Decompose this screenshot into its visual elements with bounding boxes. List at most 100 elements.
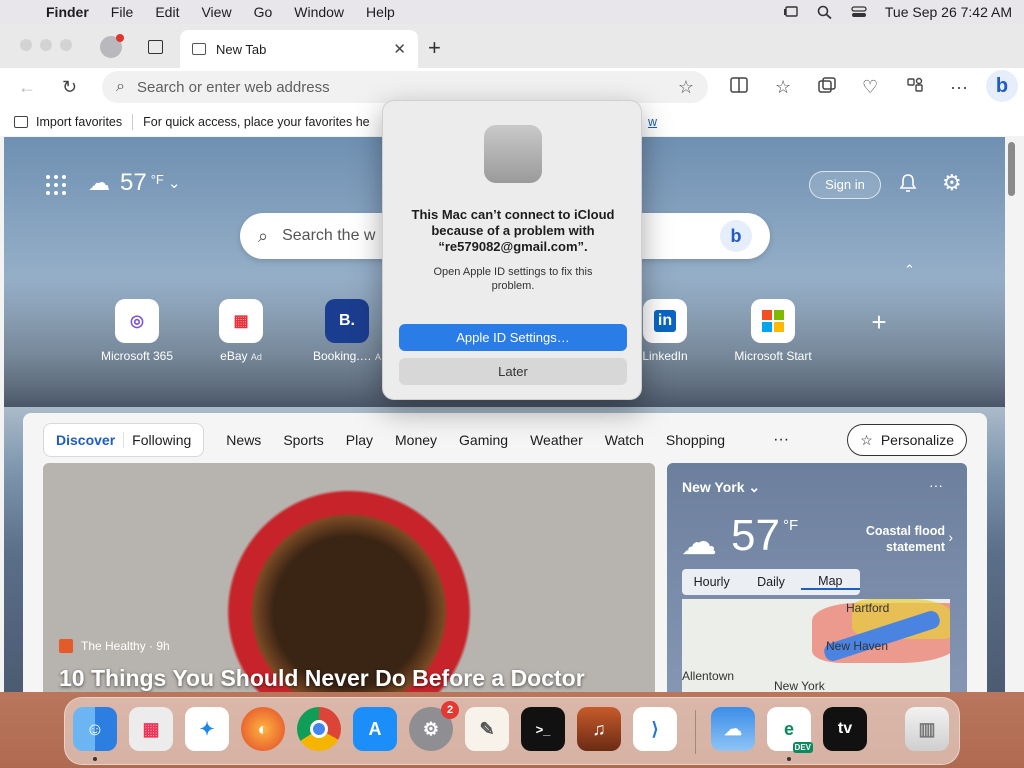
search-icon: ⌕ bbox=[258, 225, 269, 246]
tile-label: Booking.… bbox=[312, 349, 372, 363]
tab-watch[interactable]: Watch bbox=[605, 432, 644, 448]
hero-article-card[interactable]: The Healthy · 9h 10 Things You Should Ne… bbox=[43, 463, 655, 692]
textedit-icon[interactable]: ✎ bbox=[465, 707, 509, 751]
menu-app-finder[interactable]: Finder bbox=[46, 4, 89, 20]
window-controls bbox=[20, 39, 72, 51]
weather-card: New York ⌄ ··· ☁ 57 °F Coastal flood sta… bbox=[667, 463, 967, 692]
quick-link-microsoft-365[interactable]: ◎ Microsoft 365 bbox=[84, 299, 190, 363]
app-store-icon[interactable]: A bbox=[353, 707, 397, 751]
profile-avatar-icon[interactable] bbox=[100, 34, 124, 58]
chrome-icon[interactable] bbox=[297, 707, 341, 751]
personalize-button[interactable]: ☆ Personalize bbox=[847, 424, 967, 456]
zoom-window-button[interactable] bbox=[60, 39, 72, 51]
menu-help[interactable]: Help bbox=[366, 4, 395, 20]
import-favorites-link[interactable]: Import favorites bbox=[36, 115, 122, 129]
weather-more-icon[interactable]: ··· bbox=[929, 477, 943, 493]
vscode-icon[interactable]: ⟩ bbox=[633, 707, 677, 751]
app-launcher-icon[interactable] bbox=[46, 175, 66, 195]
menu-window[interactable]: Window bbox=[294, 4, 344, 20]
address-bar[interactable]: ⌕ Search or enter web address ☆ bbox=[102, 71, 708, 103]
bing-copilot-icon[interactable]: b bbox=[986, 70, 1018, 102]
news-feed: Discover Following News Sports Play Mone… bbox=[23, 413, 987, 692]
close-window-button[interactable] bbox=[20, 39, 32, 51]
terminal-icon[interactable]: >_ bbox=[521, 707, 565, 751]
dock: ☺ ▦ ✦ ◐ A ⚙ 2 ✎ >_ ♫ ⟩ ☁ e DEV tv ▥ bbox=[64, 697, 960, 765]
close-tab-icon[interactable]: ✕ bbox=[393, 40, 406, 58]
minimize-window-button[interactable] bbox=[40, 39, 52, 51]
collections-icon[interactable] bbox=[818, 77, 836, 98]
more-menu-icon[interactable]: ··· bbox=[950, 77, 968, 98]
menu-view[interactable]: View bbox=[201, 4, 231, 20]
tab-daily[interactable]: Daily bbox=[741, 575, 800, 589]
garageband-icon[interactable]: ♫ bbox=[577, 707, 621, 751]
quick-link-ebay[interactable]: ▦ eBay Ad bbox=[188, 299, 294, 363]
favorites-icon[interactable]: ☆ bbox=[775, 77, 791, 98]
refresh-icon[interactable]: ↻ bbox=[62, 77, 77, 98]
edge-dev-icon[interactable]: e DEV bbox=[767, 707, 813, 753]
menubar-datetime[interactable]: Tue Sep 26 7:42 AM bbox=[885, 4, 1012, 20]
tab-actions-icon[interactable] bbox=[148, 40, 163, 54]
bing-chat-icon[interactable]: b bbox=[720, 220, 752, 252]
personalize-label: Personalize bbox=[880, 432, 954, 448]
menu-go[interactable]: Go bbox=[254, 4, 273, 20]
tab-news[interactable]: News bbox=[226, 432, 261, 448]
tab-discover[interactable]: Discover bbox=[48, 432, 125, 448]
quick-link-microsoft-start[interactable]: Microsoft Start bbox=[720, 299, 826, 363]
control-center-icon[interactable] bbox=[851, 5, 867, 19]
more-tabs-icon[interactable]: ··· bbox=[773, 431, 789, 449]
later-button[interactable]: Later bbox=[399, 358, 627, 385]
weather-unit: °F bbox=[150, 171, 164, 187]
settings-gear-icon[interactable]: ⚙ bbox=[942, 170, 962, 196]
trash-icon[interactable]: ▥ bbox=[905, 707, 949, 751]
stage-manager-icon[interactable] bbox=[783, 5, 799, 19]
split-screen-icon[interactable] bbox=[730, 77, 748, 98]
launchpad-icon[interactable]: ▦ bbox=[129, 707, 173, 751]
tab-weather[interactable]: Weather bbox=[530, 432, 583, 448]
finder-icon[interactable]: ☺ bbox=[73, 707, 117, 751]
ad-label: Ad bbox=[250, 352, 262, 362]
tile-label: Microsoft Start bbox=[734, 349, 812, 363]
weather-widget-mini[interactable]: ☁ 57 °F ⌄ bbox=[88, 169, 180, 197]
tab-shopping[interactable]: Shopping bbox=[666, 432, 725, 448]
apple-id-settings-button[interactable]: Apple ID Settings… bbox=[399, 324, 627, 351]
manage-favorites-link[interactable]: w bbox=[648, 115, 657, 129]
tab-gaming[interactable]: Gaming bbox=[459, 432, 508, 448]
back-arrow-icon[interactable]: ← bbox=[18, 77, 36, 98]
tab-new-tab[interactable]: New Tab ✕ bbox=[180, 30, 418, 68]
menu-file[interactable]: File bbox=[111, 4, 134, 20]
tab-following[interactable]: Following bbox=[124, 432, 199, 448]
menu-edit[interactable]: Edit bbox=[155, 4, 179, 20]
spotlight-icon[interactable] bbox=[817, 5, 833, 20]
sign-in-button[interactable]: Sign in bbox=[809, 171, 881, 199]
ebay-icon: ▦ bbox=[219, 299, 263, 343]
tab-hourly[interactable]: Hourly bbox=[682, 575, 741, 589]
chevron-up-icon[interactable]: ⌃ bbox=[904, 262, 915, 278]
tab-money[interactable]: Money bbox=[395, 432, 437, 448]
running-indicator bbox=[787, 757, 791, 761]
safari-icon[interactable]: ✦ bbox=[185, 707, 229, 751]
favorite-star-icon[interactable]: ☆ bbox=[678, 77, 694, 98]
tile-label: LinkedIn bbox=[642, 349, 688, 363]
tab-play[interactable]: Play bbox=[346, 432, 373, 448]
map-label-allentown: Allentown bbox=[682, 669, 735, 683]
add-quick-link-button[interactable]: + bbox=[826, 307, 932, 338]
notification-bell-icon[interactable] bbox=[899, 173, 917, 198]
firefox-icon[interactable]: ◐ bbox=[241, 707, 285, 751]
chevron-right-icon[interactable]: › bbox=[948, 529, 953, 545]
new-tab-button[interactable]: + bbox=[428, 35, 441, 61]
tab-bar: New Tab ✕ + bbox=[0, 24, 1024, 68]
tab-sports[interactable]: Sports bbox=[283, 432, 323, 448]
apple-tv-icon[interactable]: tv bbox=[823, 707, 867, 751]
page-scrollbar[interactable] bbox=[1008, 142, 1015, 196]
favbar-divider bbox=[132, 114, 134, 130]
weather-alert[interactable]: Coastal flood statement bbox=[835, 523, 945, 555]
weather-map[interactable]: Hartford New Haven Allentown New York bbox=[682, 599, 950, 692]
weather-city[interactable]: New York ⌄ bbox=[682, 479, 760, 496]
tab-map[interactable]: Map bbox=[800, 574, 860, 590]
system-settings-icon[interactable]: ⚙ 2 bbox=[409, 701, 459, 751]
weather-icon[interactable]: ☁ bbox=[711, 707, 755, 751]
article-title[interactable]: 10 Things You Should Never Do Before a D… bbox=[59, 665, 585, 692]
weather-card-temp: 57 bbox=[731, 511, 780, 560]
browser-essentials-icon[interactable]: ♡ bbox=[862, 77, 878, 98]
extensions-icon[interactable] bbox=[906, 77, 924, 98]
